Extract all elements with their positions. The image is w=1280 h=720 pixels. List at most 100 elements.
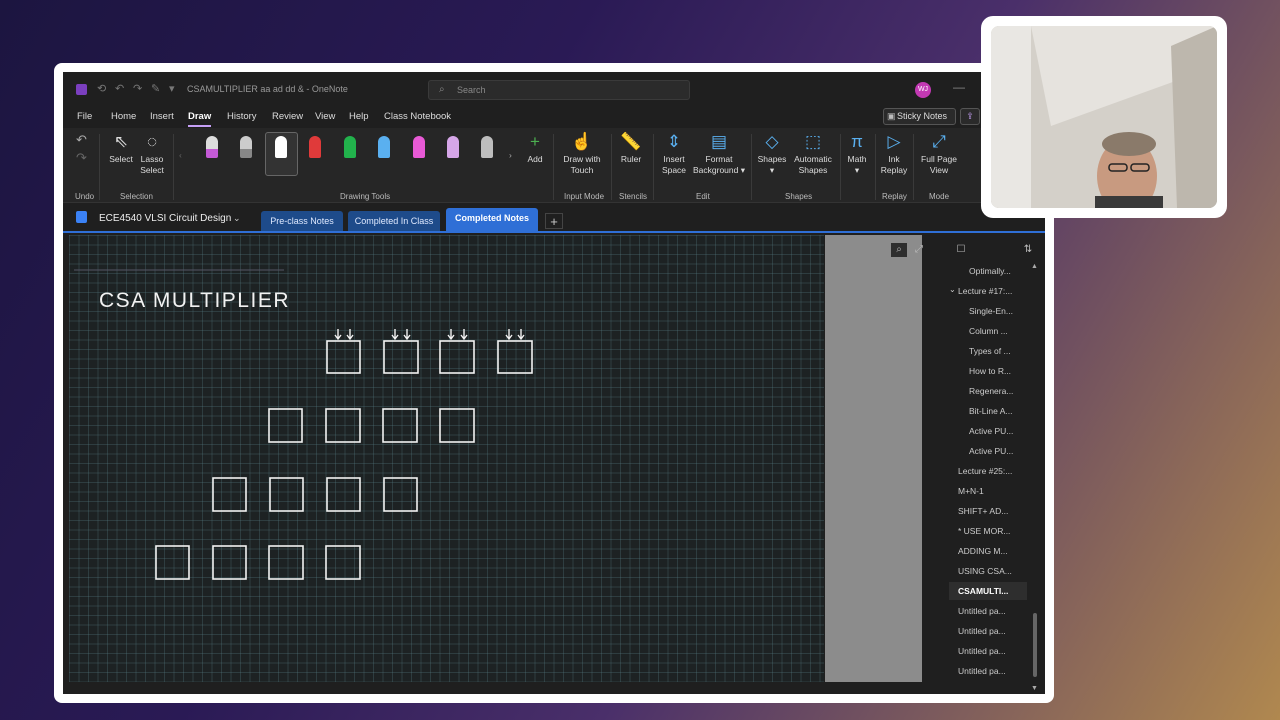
page-item[interactable]: ADDING M...	[958, 542, 1008, 560]
menu-class-notebook[interactable]: Class Notebook	[384, 111, 451, 122]
undo-title-icon[interactable]: ↶	[115, 82, 124, 95]
page-item[interactable]: Untitled pa...	[958, 642, 1006, 660]
pen-2[interactable]	[240, 136, 252, 158]
page-item[interactable]: Untitled pa...	[958, 602, 1006, 620]
draw-with-touch-button[interactable]: ☝ Draw with Touch	[559, 132, 605, 176]
pen-6[interactable]	[378, 136, 390, 158]
page-item[interactable]: Lecture #17:...	[958, 282, 1012, 300]
menu-help[interactable]: Help	[349, 111, 369, 122]
insert-space-label-1: Insert	[663, 154, 685, 164]
automatic-shapes-button[interactable]: ⬚ Automatic Shapes	[791, 132, 835, 176]
page-item-active[interactable]: CSAMULTI...	[949, 582, 1027, 600]
page-item[interactable]: Optimally...	[969, 262, 1011, 280]
pen-3[interactable]	[275, 136, 287, 158]
full-page-view-button[interactable]: ⤢ Full Page View	[917, 132, 961, 176]
scroll-up-icon[interactable]: ▲	[1031, 263, 1038, 270]
mode-group-label: Mode	[929, 192, 950, 201]
insert-space-button[interactable]: ⇕ Insert Space	[657, 132, 691, 176]
menu-home[interactable]: Home	[111, 111, 136, 122]
add-page-icon[interactable]: ☐	[953, 243, 969, 257]
ruler-button[interactable]: 📏 Ruler	[616, 132, 646, 165]
title-bar: ⟲ ↶ ↷ ✎ ▾ CSAMULTIPLIER aa ad dd & - One…	[63, 72, 1045, 106]
math-label: Math	[847, 154, 867, 164]
page-item[interactable]: SHIFT+ AD...	[958, 502, 1008, 520]
add-label: Add	[527, 154, 543, 164]
collapse-chevron-icon[interactable]: ⌄	[949, 285, 956, 294]
page-item[interactable]: Active PU...	[969, 442, 1013, 460]
page-item[interactable]: M+N-1	[958, 482, 984, 500]
search-box[interactable]: ⌕ Search	[428, 80, 690, 100]
pens-scroll-right-icon[interactable]: ›	[509, 150, 512, 161]
csa-cell	[212, 477, 247, 512]
page-item[interactable]: Untitled pa...	[958, 662, 1006, 680]
customize-icon[interactable]: ▾	[169, 82, 175, 95]
avatar[interactable]: WJ	[915, 82, 931, 98]
page-item[interactable]: Regenera...	[969, 382, 1013, 400]
csa-cell	[268, 545, 304, 580]
tab-completed-in-class[interactable]: Completed In Class	[348, 211, 440, 231]
automatic-shapes-label-2: Shapes	[798, 165, 828, 175]
sort-icon[interactable]: ⇅	[1020, 243, 1036, 257]
add-section-button[interactable]: +	[545, 213, 563, 229]
format-background-button[interactable]: ▤ Format Background ▾	[692, 132, 746, 176]
page-item[interactable]: Bit-Line A...	[969, 402, 1012, 420]
sticky-notes-button[interactable]: ▣ Sticky Notes	[883, 108, 956, 125]
add-pen-button[interactable]: + Add	[523, 132, 547, 165]
pen-9[interactable]	[481, 136, 493, 158]
pen-title-icon[interactable]: ✎	[151, 82, 160, 95]
ribbon-separator	[751, 134, 752, 200]
menu-review[interactable]: Review	[272, 111, 303, 122]
lasso-select-tool[interactable]: ◌ Lasso Select	[137, 132, 167, 176]
shapes-button[interactable]: ◇ Shapes ▾	[755, 132, 789, 176]
menu-file[interactable]: File	[77, 111, 92, 122]
pen-4[interactable]	[309, 136, 321, 158]
menu-view[interactable]: View	[315, 111, 335, 122]
ribbon-separator	[875, 134, 876, 200]
insert-space-icon: ⇕	[666, 132, 682, 151]
tab-pre-class-notes[interactable]: Pre-class Notes	[261, 211, 343, 231]
draw-with-touch-label-1: Draw with	[563, 154, 601, 164]
cursor-icon: ⇖	[113, 132, 129, 151]
pen-7[interactable]	[413, 136, 425, 158]
math-button[interactable]: π Math ▾	[843, 132, 871, 176]
pen-5[interactable]	[344, 136, 356, 158]
shapes-group-label: Shapes	[785, 192, 813, 201]
webcam-video	[991, 26, 1217, 208]
page-item[interactable]: Single-En...	[969, 302, 1013, 320]
select-tool[interactable]: ⇖ Select	[107, 132, 135, 165]
page-canvas[interactable]: CSA MULTIPLIER	[69, 235, 824, 682]
search-pages-icon[interactable]: ⌕	[891, 243, 907, 257]
undo-icon[interactable]: ↶	[76, 133, 87, 146]
share-button[interactable]: ⇪	[960, 108, 980, 125]
scroll-down-icon[interactable]: ▼	[1031, 685, 1038, 692]
expand-icon[interactable]: ⤢	[911, 243, 927, 257]
lasso-label-2: Select	[140, 165, 164, 175]
chevron-down-icon[interactable]: ⌄	[233, 213, 241, 224]
pens-scroll-left-icon[interactable]: ‹	[179, 150, 182, 161]
page-item[interactable]: * USE MOR...	[958, 522, 1010, 540]
tab-completed-notes[interactable]: Completed Notes	[446, 208, 538, 231]
minimize-icon[interactable]: —	[953, 80, 965, 94]
menu-history[interactable]: History	[227, 111, 257, 122]
page-item[interactable]: Column ...	[969, 322, 1008, 340]
arrow-pair	[505, 329, 525, 341]
page-list: ⌕ ⤢ ☐ ⇅ ⌄ Optimally... Lecture #17:... S…	[891, 235, 1045, 694]
back-icon[interactable]: ⟲	[97, 82, 106, 95]
scrollbar-thumb[interactable]	[1033, 613, 1037, 677]
shapes-label: Shapes	[757, 154, 787, 164]
page-item[interactable]: Active PU...	[969, 422, 1013, 440]
page-item[interactable]: USING CSA...	[958, 562, 1012, 580]
page-item[interactable]: Untitled pa...	[958, 622, 1006, 640]
page-item[interactable]: Types of ...	[969, 342, 1011, 360]
pen-1[interactable]	[206, 136, 218, 158]
full-page-icon: ⤢	[932, 132, 946, 151]
notebook-name[interactable]: ECE4540 VLSI Circuit Design	[99, 213, 231, 224]
menu-insert[interactable]: Insert	[150, 111, 174, 122]
redo-title-icon[interactable]: ↷	[133, 82, 142, 95]
ink-replay-button[interactable]: ▷ Ink Replay	[879, 132, 909, 176]
pen-8[interactable]	[447, 136, 459, 158]
menu-draw[interactable]: Draw	[188, 111, 212, 127]
page-item[interactable]: Lecture #25:...	[958, 462, 1012, 480]
page-item[interactable]: How to R...	[969, 362, 1011, 380]
redo-icon[interactable]: ↷	[76, 151, 87, 164]
